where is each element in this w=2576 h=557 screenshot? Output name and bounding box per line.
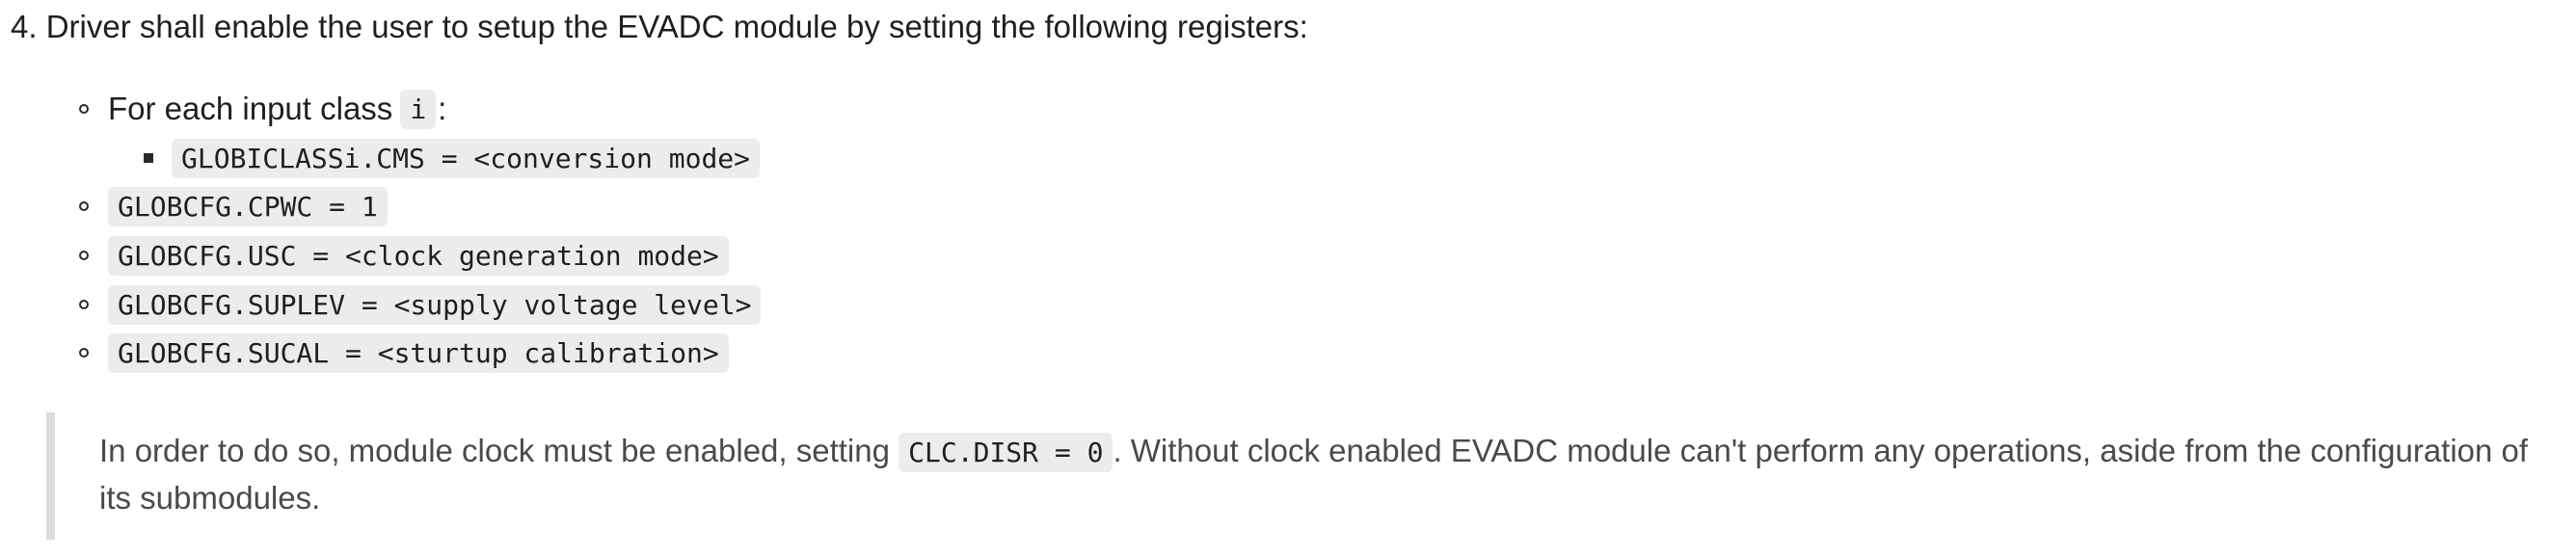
list-item-prefix: For each input class [108,91,393,126]
note-text-before: In order to do so, module clock must be … [99,433,899,468]
hollow-bullet-icon [79,251,89,260]
hollow-bullet-icon [79,300,89,309]
sub-list-item: GLOBICLASSi.CMS = <conversion mode> [172,137,761,179]
list-item-register: GLOBCFG.CPWC = 1 [108,185,388,227]
hollow-bullet-icon [79,104,89,114]
document-body: 4. Driver shall enable the user to setup… [0,0,2576,557]
hollow-bullet-icon [79,201,89,211]
list-item-suffix: : [438,91,447,126]
list-item-register: GLOBCFG.SUCAL = <sturtup calibration> [108,332,729,374]
filled-square-bullet-icon [144,153,153,163]
register-code: GLOBICLASSi.CMS = <conversion mode> [172,138,761,178]
list-item-register: GLOBCFG.USC = <clock generation mode> [108,234,729,277]
step-number: 4. [11,9,38,44]
register-code: GLOBCFG.SUCAL = <sturtup calibration> [108,332,729,373]
list-item-register: GLOBCFG.SUPLEV = <supply voltage level> [108,283,762,326]
numbered-step: 4. Driver shall enable the user to setup… [11,6,1308,48]
list-item-input-class: For each input class i : [108,88,446,130]
hollow-bullet-icon [79,348,89,358]
register-code: GLOBCFG.CPWC = 1 [108,186,388,226]
inline-code: CLC.DISR = 0 [899,433,1114,472]
inline-code: i [400,89,437,129]
step-text: Driver shall enable the user to setup th… [45,9,1308,44]
register-code: GLOBCFG.USC = <clock generation mode> [108,235,729,276]
register-code: GLOBCFG.SUPLEV = <supply voltage level> [108,284,762,325]
blockquote-note: In order to do so, module clock must be … [99,428,2567,520]
